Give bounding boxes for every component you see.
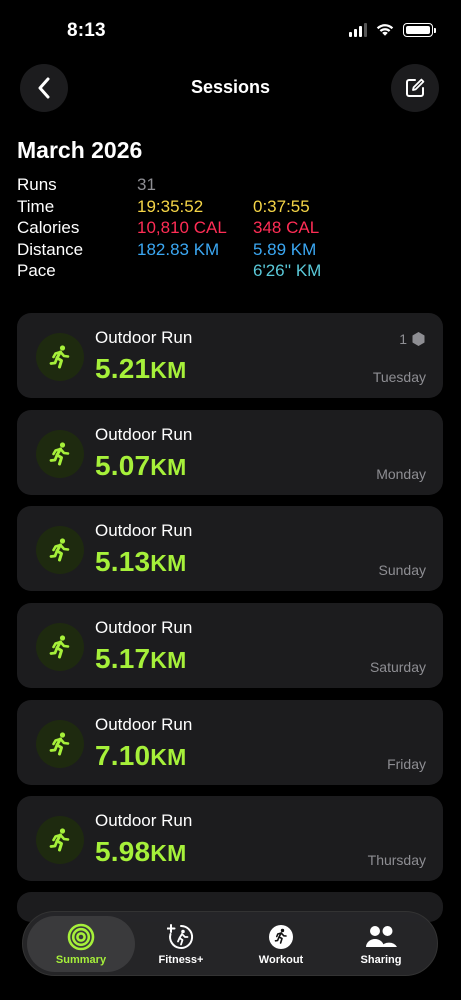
stat-total: 19:35:52 [137,196,204,216]
session-distance-unit: KM [150,744,187,770]
stat-label: Pace [17,261,56,280]
stat-total: 10,810 CAL [137,218,227,237]
session-day: Sunday [378,562,426,578]
session-distance-unit: KM [150,357,187,383]
status-bar: 8:13 [0,0,461,60]
stat-label: Distance [17,239,84,259]
stat-average: 0:37:55 [253,196,310,216]
session-type: Outdoor Run [95,811,193,830]
session-day: Tuesday [372,369,426,385]
session-day: Saturday [369,659,426,675]
run-icon-badge [36,623,84,671]
compose-button[interactable] [391,64,439,112]
run-icon-badge [36,720,84,768]
tab-label: Summary [55,954,107,966]
session-distance-value: 7.10 [95,740,151,771]
running-figure-icon [49,442,70,466]
run-icon-badge [36,816,84,864]
session-card[interactable]: Outdoor Run 5.07KM Monday [17,410,443,495]
status-time: 8:13 [67,20,106,41]
session-type: Outdoor Run [95,328,193,347]
session-type: Outdoor Run [95,521,193,540]
running-figure-icon [49,345,70,369]
session-type: Outdoor Run [95,425,193,444]
stat-average: 348 CAL [253,218,320,237]
wifi-icon [376,24,394,36]
session-card[interactable]: Outdoor Run 5.17KM Saturday [17,603,443,688]
award-badge-icon [412,332,425,346]
tab-label: Workout [258,954,304,966]
session-distance-unit: KM [150,647,187,673]
session-card[interactable]: Outdoor Run 5.98KM Thursday [17,796,443,881]
status-icons [349,22,436,37]
running-figure-icon [49,635,70,659]
tab-fitness-plus[interactable]: Fitness+ [127,916,235,972]
stat-total: 31 [137,175,156,194]
stat-average: 5.89 KM [253,239,317,259]
stat-row-runs: Runs 31 [17,174,437,196]
stat-row-distance: Distance 182.83 KM 5.89 KM [17,239,437,261]
month-stats: Runs 31 Time 19:35:52 0:37:55 Calories 1… [17,174,437,282]
session-distance: 5.07KM [95,450,186,482]
session-badge: 1 [399,331,426,347]
session-distance-value: 5.17 [95,643,151,674]
compose-icon [406,78,425,97]
session-distance-value: 5.13 [95,546,151,577]
session-card[interactable]: Outdoor Run 5.13KM Sunday [17,506,443,591]
running-figure-icon [49,538,70,562]
session-type: Outdoor Run [95,715,193,734]
run-icon-badge [36,526,84,574]
tab-workout[interactable]: Workout [227,916,335,972]
session-distance: 5.21KM [95,353,186,385]
tab-summary[interactable]: Summary [27,916,135,972]
badge-count: 1 [399,331,407,347]
session-distance-value: 5.21 [95,353,151,384]
stat-row-calories: Calories 10,810 CAL 348 CAL [17,217,437,239]
session-distance: 5.13KM [95,546,186,578]
session-distance: 7.10KM [95,740,186,772]
stat-total: 182.83 KM [137,239,220,259]
tab-label: Fitness+ [158,954,204,966]
people-icon [364,923,398,951]
stat-row-time: Time 19:35:52 0:37:55 [17,196,437,218]
session-card[interactable]: Outdoor Run 5.21KM Tuesday 1 [17,313,443,398]
session-day: Friday [387,756,426,772]
tab-bar: Summary Fitness+ Workout Sharing [22,911,438,976]
session-distance-unit: KM [150,840,187,866]
activity-rings-icon [67,923,95,951]
running-figure-icon [49,828,70,852]
stat-label: Runs [17,175,57,194]
session-type: Outdoor Run [95,618,193,637]
fitness-plus-icon [167,923,195,951]
tab-label: Sharing [360,954,402,966]
session-distance-unit: KM [150,550,187,576]
run-icon-badge [36,430,84,478]
tab-sharing[interactable]: Sharing [327,916,435,972]
session-distance-value: 5.98 [95,836,151,867]
workout-runner-icon [267,923,295,951]
session-distance-value: 5.07 [95,450,151,481]
running-figure-icon [49,732,70,756]
session-day: Monday [376,466,426,482]
stat-label: Calories [17,218,80,237]
session-distance: 5.17KM [95,643,186,675]
session-card[interactable]: Outdoor Run 7.10KM Friday [17,700,443,785]
month-title: March 2026 [17,137,143,163]
cellular-signal-icon [349,22,367,37]
battery-icon [403,22,436,37]
session-day: Thursday [367,852,426,868]
session-distance-unit: KM [150,454,187,480]
stat-label: Time [17,196,55,216]
run-icon-badge [36,333,84,381]
stat-row-pace: Pace 6'26'' KM [17,260,437,282]
session-distance: 5.98KM [95,836,186,868]
stat-average: 6'26'' KM [253,261,322,280]
